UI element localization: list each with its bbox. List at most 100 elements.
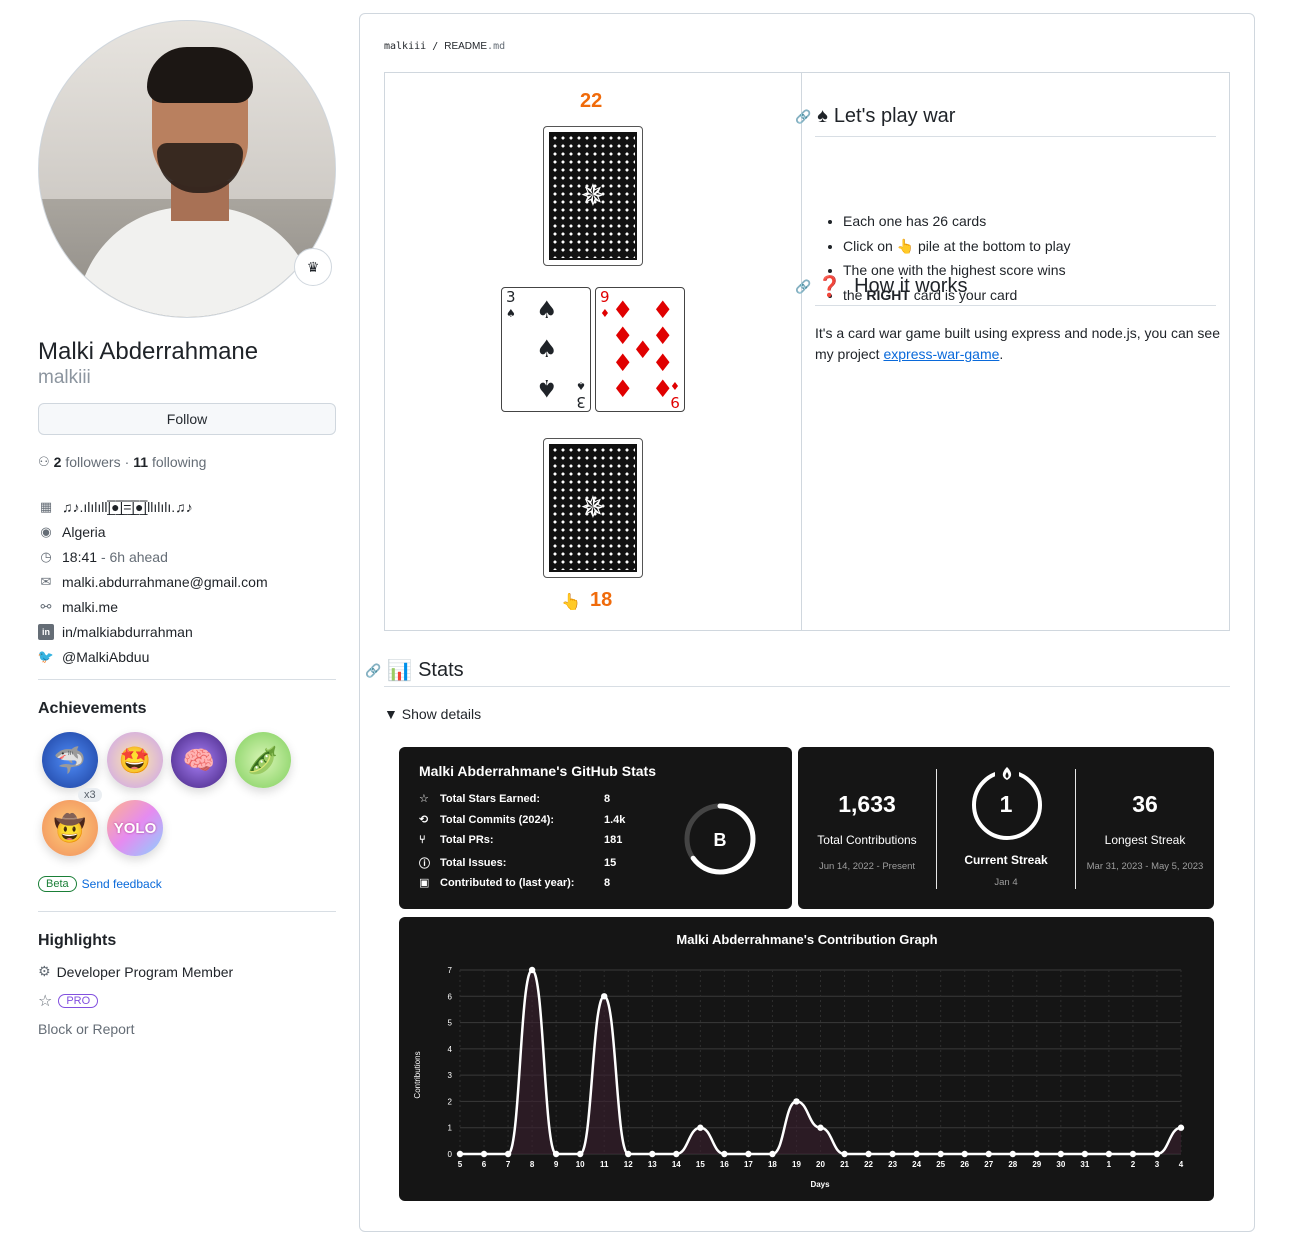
anchor-link-icon[interactable]: 🔗 <box>795 109 811 125</box>
data-point <box>745 1150 752 1158</box>
block-report-link[interactable]: Block or Report <box>38 1021 134 1037</box>
data-point <box>697 1124 704 1131</box>
x-tick-label: 29 <box>1032 1160 1041 1169</box>
linkedin-item[interactable]: in in/malkiabdurrahman <box>38 619 268 644</box>
data-point <box>1057 1150 1065 1158</box>
right-card-pip: ♦ <box>612 296 634 324</box>
opponent-deck <box>543 126 643 266</box>
contribution-graph-card: Malki Abderrahmane's Contribution Graph … <box>399 917 1214 1201</box>
anchor-link-icon[interactable]: 🔗 <box>795 279 811 295</box>
how-heading: 🔗 ❓ How it works <box>795 274 967 299</box>
y-tick-label: 5 <box>448 1019 453 1028</box>
achievement-starstruck-icon[interactable]: 🤩 <box>107 732 163 788</box>
x-tick-label: 21 <box>840 1160 849 1169</box>
player-deck-button[interactable] <box>543 438 643 578</box>
website-item[interactable]: ⚯ malki.me <box>38 594 268 619</box>
rule-item: Each one has 26 cards <box>843 213 1071 238</box>
data-point <box>889 1150 896 1158</box>
developer-program-item[interactable]: ⚙ Developer Program Member <box>38 963 233 980</box>
stat-value: 8 <box>604 792 611 805</box>
right-card-pip: ♦ <box>652 349 674 377</box>
pro-badge[interactable]: PRO <box>58 994 99 1008</box>
achievement-yolo-icon[interactable]: YOLO <box>107 800 163 856</box>
readme-table: 22 3♠ ♠ ♠ ♠ 3♠ 9♦ ♦ ♦ ♦ ♦ ♦ ♦ ♦ ♦ ♦ 9♦ 👆… <box>384 72 1230 631</box>
x-tick-label: 30 <box>1056 1160 1065 1169</box>
right-card-pip: ♦ <box>612 322 634 350</box>
stats-heading: 🔗 📊 Stats <box>365 658 464 683</box>
how-paragraph: It's a card war game built using express… <box>815 325 1221 362</box>
achievement-pair-extraordinaire-icon[interactable]: 🫛 <box>235 732 291 788</box>
stat-label: Total Commits (2024): <box>440 813 555 826</box>
issue-icon: ⓘ <box>419 858 430 870</box>
profile-sidebar: ♛ Malki Abderrahmane malkiii Follow ⚇ 2 … <box>38 20 336 1037</box>
achievement-shark-glyph: 🦈 <box>53 744 87 775</box>
data-point <box>721 1150 728 1158</box>
github-stats-title: Malki Abderrahmane's GitHub Stats <box>419 763 656 779</box>
local-time: 18:41 <box>62 548 98 565</box>
people-icon: ⚇ <box>38 454 50 469</box>
stat-label: Total PRs: <box>440 834 494 846</box>
pro-item: ☆ PRO <box>38 991 99 1011</box>
y-tick-label: 1 <box>448 1124 453 1133</box>
followers-link[interactable]: 2 followers <box>54 454 121 470</box>
crumb-sep: / <box>432 41 439 52</box>
x-tick-label: 10 <box>576 1160 585 1169</box>
email-link[interactable]: malki.abdurrahmane@gmail.com <box>62 574 268 590</box>
show-details-toggle[interactable]: ▼ Show details <box>384 706 481 722</box>
achievement-galaxy-brain-icon[interactable]: 🧠 <box>171 732 227 788</box>
data-point <box>504 1150 512 1158</box>
x-tick-label: 9 <box>554 1160 559 1169</box>
anchor-link-icon[interactable]: 🔗 <box>365 663 381 679</box>
readme-box: malkiii / README.md 22 3♠ ♠ ♠ ♠ 3♠ 9♦ ♦ … <box>359 13 1255 1232</box>
y-tick-label: 0 <box>448 1150 453 1159</box>
x-tick-label: 27 <box>984 1160 993 1169</box>
grade-letter: B <box>714 830 727 850</box>
data-point <box>841 1150 848 1158</box>
linkedin-link[interactable]: in/malkiabdurrahman <box>62 624 193 640</box>
heading-underline <box>384 686 1230 687</box>
send-feedback-link[interactable]: Send feedback <box>82 877 162 891</box>
following-link[interactable]: 11 following <box>133 454 206 470</box>
card-back-pattern <box>549 132 637 260</box>
pointing-hand-icon: 👆 <box>561 594 581 611</box>
achievements-title: Achievements <box>38 700 147 717</box>
avatar-hair <box>147 47 253 103</box>
data-point <box>1009 1150 1016 1158</box>
crumb-file: README <box>444 41 488 52</box>
star-icon: ☆ <box>419 793 429 805</box>
achievement-shark-icon[interactable]: 🦈 x3 <box>42 732 102 802</box>
data-point <box>456 1150 464 1158</box>
x-tick-label: 12 <box>624 1160 633 1169</box>
crown-icon[interactable]: ♛ <box>294 248 332 286</box>
achievement-quickdraw-icon[interactable]: 🤠 <box>42 800 98 856</box>
profile-avatar[interactable] <box>38 20 336 318</box>
current-streak: 1 Current Streak Jan 4 <box>937 747 1075 909</box>
x-tick-label: 28 <box>1008 1160 1017 1169</box>
twitter-item[interactable]: 🐦 @MalkiAbduu <box>38 644 268 669</box>
localtime-item: ◷ 18:41 - 6h ahead <box>38 544 268 569</box>
y-tick-label: 2 <box>448 1097 453 1106</box>
clock-icon: ◷ <box>40 548 52 564</box>
table-divider <box>801 73 802 630</box>
data-point <box>1081 1150 1089 1158</box>
stat-value: 181 <box>604 834 623 846</box>
email-item[interactable]: ✉ malki.abdurrahmane@gmail.com <box>38 569 268 594</box>
x-tick-label: 1 <box>1107 1160 1112 1169</box>
crumb-user-link[interactable]: malkiii <box>384 41 426 52</box>
website-link[interactable]: malki.me <box>62 599 118 615</box>
y-tick-label: 7 <box>448 966 453 975</box>
data-point <box>817 1124 824 1131</box>
express-war-game-link[interactable]: express-war-game <box>883 346 999 362</box>
right-card-rank: 9 ♦ <box>600 288 610 321</box>
longest-streak: 36 Longest Streak Mar 31, 2023 - May 5, … <box>1076 747 1214 909</box>
history-icon: ⟲ <box>419 814 429 826</box>
stat-row: ⓘ Total Issues: 15 <box>419 855 616 871</box>
x-tick-label: 26 <box>960 1160 969 1169</box>
follow-button[interactable]: Follow <box>38 403 336 435</box>
data-point <box>769 1150 776 1158</box>
right-card-pip: ♦ <box>652 322 674 350</box>
twitter-link[interactable]: @MalkiAbduu <box>62 649 149 665</box>
streak-card: 1,633 Total Contributions Jun 14, 2022 -… <box>798 747 1214 909</box>
x-tick-label: 24 <box>912 1160 921 1169</box>
company-text: ♫♪.ılılıll|̲̅̅●̲̅̅|̲̅̅=̲̅̅|̲̅̅●̲̅̅|llılı… <box>62 498 193 515</box>
